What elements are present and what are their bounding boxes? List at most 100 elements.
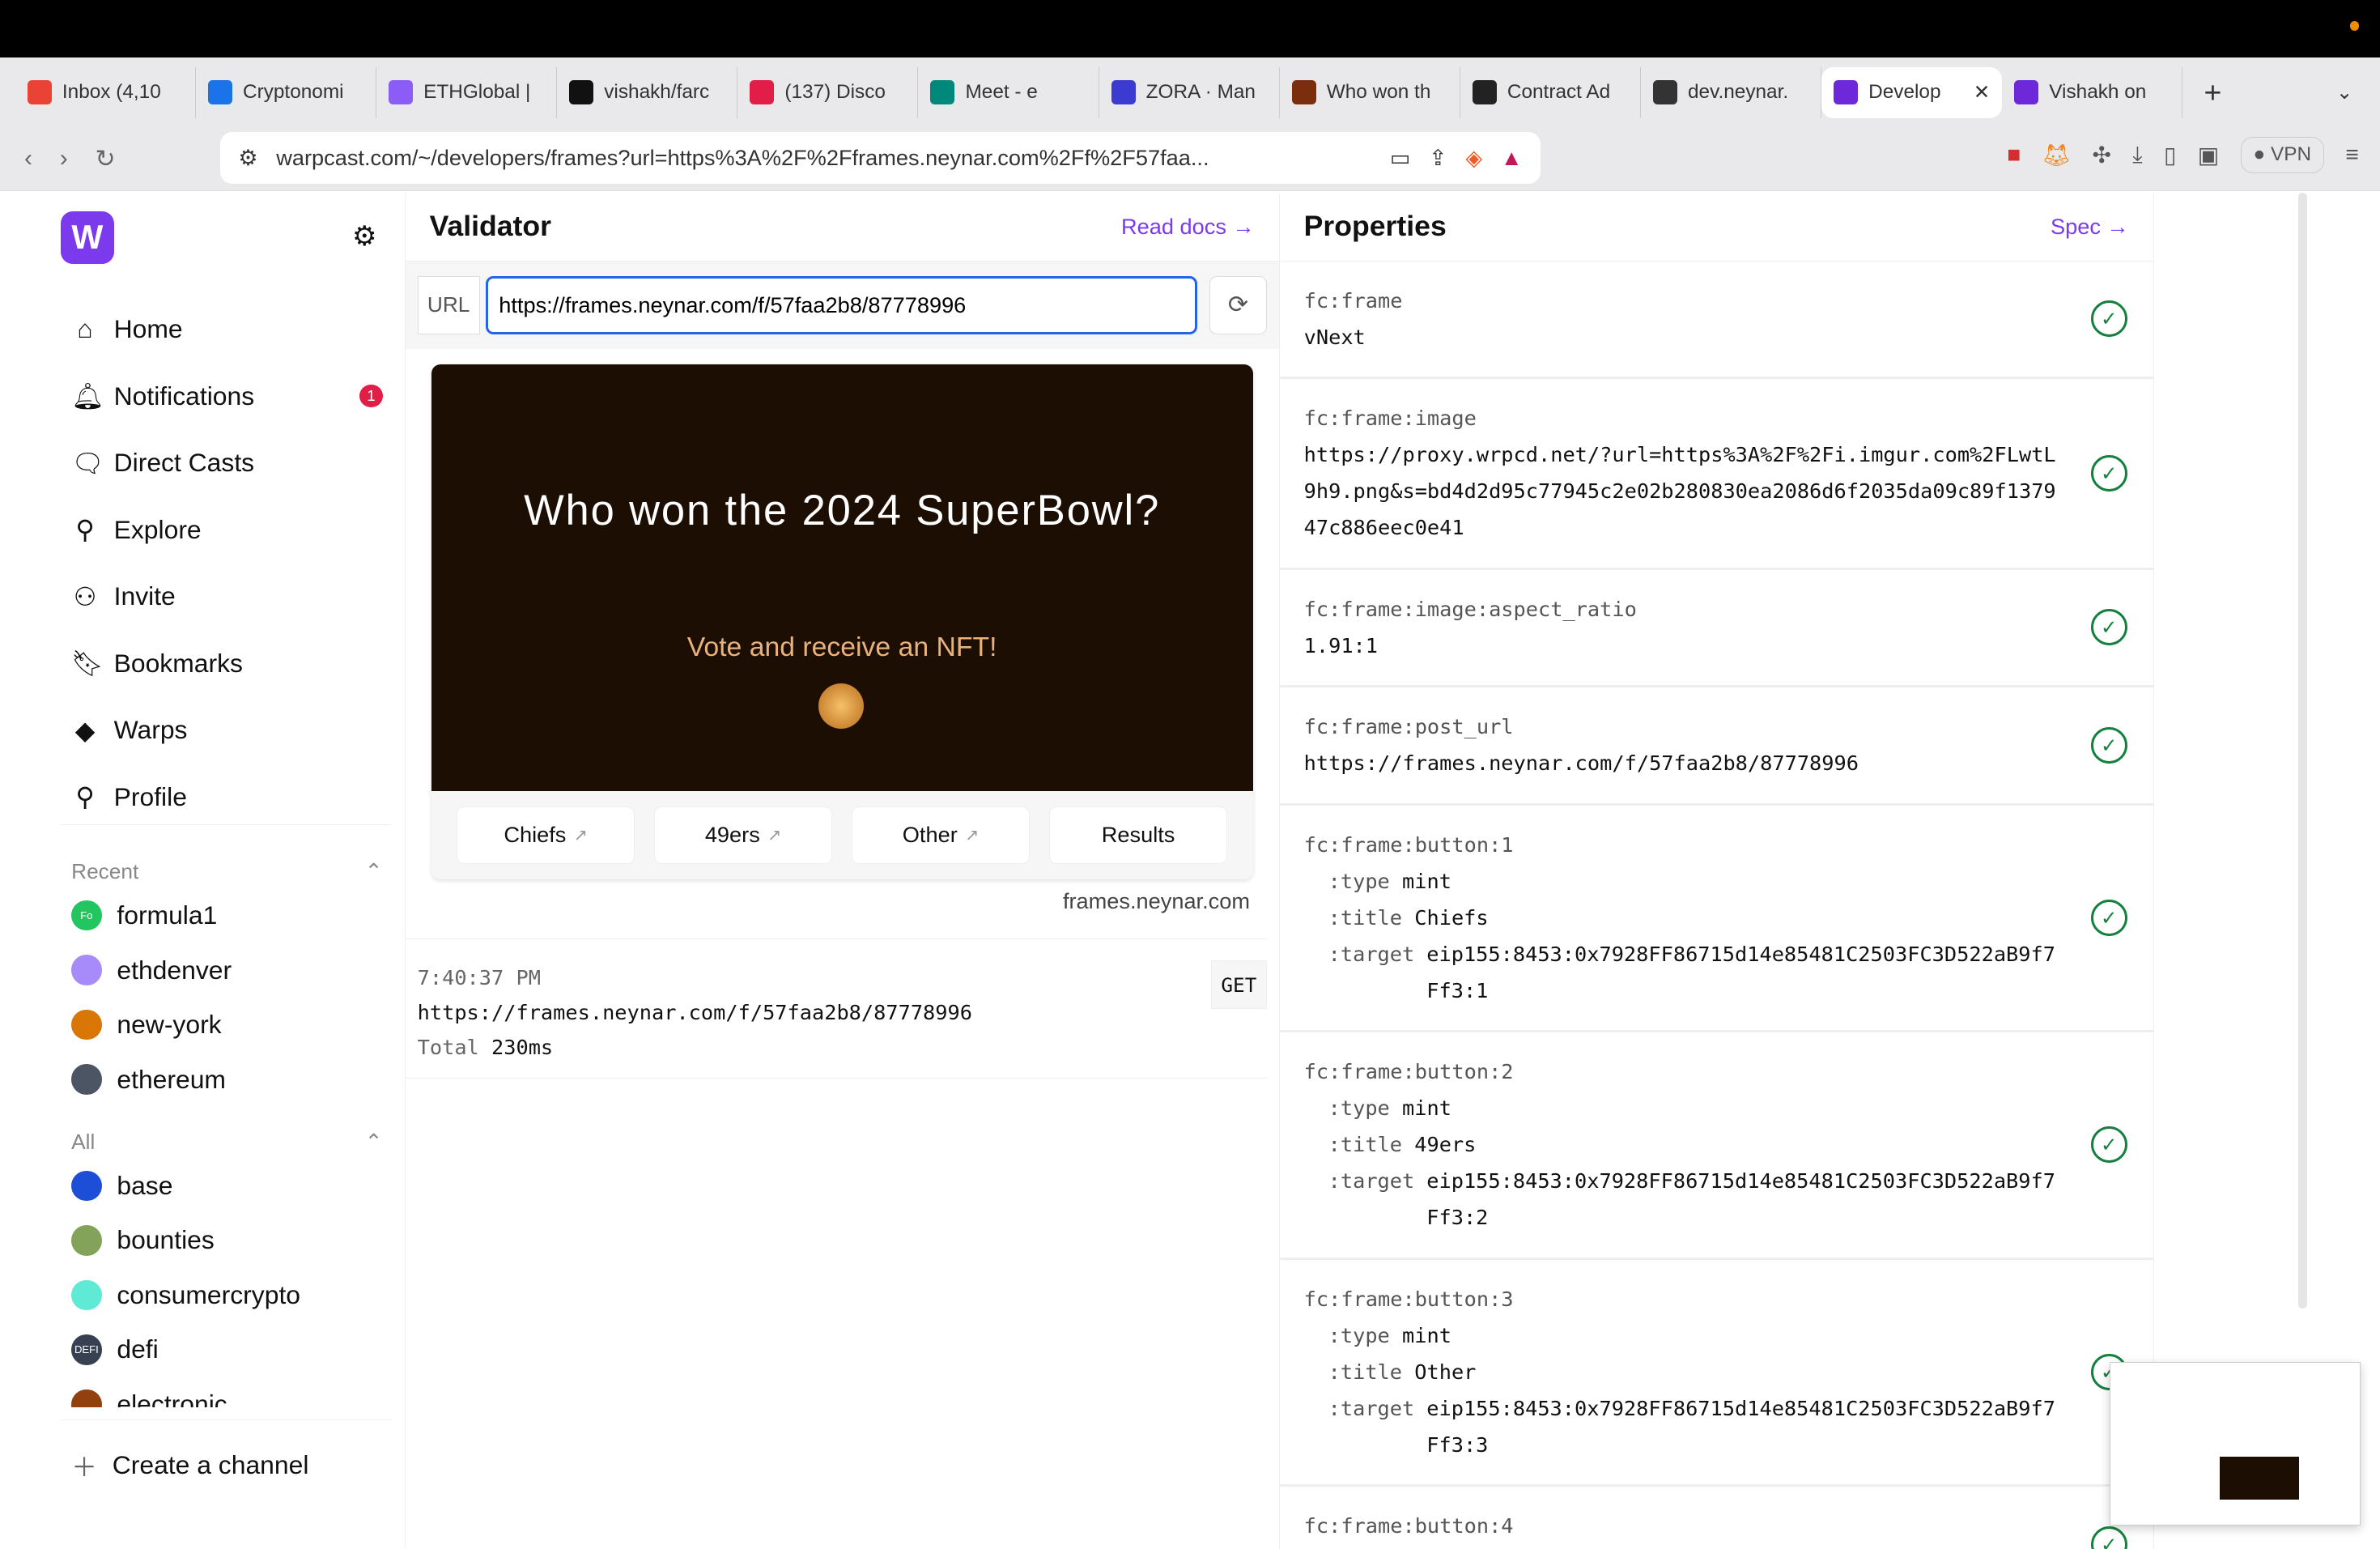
tab[interactable]: Cryptonomi [196,66,376,119]
frame-image: Who won the 2024 SuperBowl? Vote and rec… [431,364,1253,791]
ethglobal-icon [389,80,413,105]
thumbnail-frame-image [2220,1457,2299,1500]
channel-item[interactable]: consumercrypto [71,1279,300,1311]
validator-panel: Validator Read docs → URL ⟳ Who won the 2… [405,193,1280,1549]
channel-item[interactable]: Fo formula1 [71,900,217,931]
property-key: fc:frame:button:2 [1303,1060,1514,1084]
property-key: fc:frame:image [1303,406,1477,431]
tab[interactable]: ZORA · Man [1099,66,1280,119]
external-link-icon: ↗ [573,825,589,845]
target-label: :target [1328,942,1415,966]
sidebar: W ⚙ ⌂ Home 🔔︎ Notifications 1 🗨 Direct Casts ⚲ E… [0,193,406,1549]
tab-label: Cryptonomi [243,81,344,104]
channel-avatar [71,1009,102,1040]
gmail-icon [27,80,52,105]
check-circle-icon: ✓ [2090,609,2127,646]
type-value: mint [1402,869,1451,893]
property-row: fc:frame vNext ✓ [1279,262,2153,379]
channel-item[interactable]: ethdenver [71,955,232,985]
property-key: fc:frame [1303,288,1403,313]
title-label: :title [1328,905,1403,930]
download-icon[interactable]: ⤓ [2132,142,2142,168]
target-label: :target [1328,1169,1415,1194]
frame-icon [1291,80,1316,105]
chevron-down-icon[interactable]: ⌄ [2336,80,2352,104]
tab[interactable]: dev.neynar. [1641,66,1821,119]
tab-label: (137) Disco [784,81,886,104]
tab[interactable]: Inbox (4,10 [15,66,196,119]
read-docs-link[interactable]: Read docs → [1121,214,1255,240]
tab[interactable]: Vishakh on [2002,66,2183,119]
wallet-icon[interactable]: ▣ [2198,142,2220,168]
puzzle-icon[interactable]: ✣ [2092,142,2111,168]
metamask-icon[interactable]: 🦊︎ [2042,142,2072,168]
property-value: https://proxy.wrpcd.net/?url=https%3A%2F… [1303,443,2056,540]
channel-item[interactable]: bounties [71,1225,215,1256]
frame-button[interactable]: 49ers ↗ [654,806,832,864]
tab[interactable]: Contract Ad [1460,66,1641,119]
create-channel-button[interactable]: ＋ Create a channel [71,1447,308,1484]
screenshot-thumbnail[interactable] [2110,1361,2361,1526]
channel-name: ethdenver [117,955,232,985]
tab-label: Contract Ad [1507,81,1611,104]
back-icon[interactable]: ‹ [24,145,32,172]
frame-button[interactable]: Other ↗ [852,806,1030,864]
tab[interactable]: Who won th [1280,66,1460,119]
vpn-button[interactable]: ● VPN [2240,136,2325,173]
channel-item[interactable]: new-york [71,1009,222,1040]
address-text[interactable]: warpcast.com/~/developers/frames?url=htt… [276,145,1371,171]
button-target: :target eip155:8453:0x7928FF86715d14e8548… [1304,1390,2129,1463]
request-log: 7:40:37 PM https://frames.neynar.com/f/5… [405,938,1267,1079]
frame-preview: Who won the 2024 SuperBowl? Vote and rec… [431,364,1253,879]
title-value: Chiefs [1414,905,1489,930]
tab[interactable]: ETHGlobal | [376,66,558,119]
close-tab-icon[interactable]: ✕ [1974,80,1990,104]
extension-icon[interactable]: ■ [2007,142,2021,168]
button-title: :title 49ers [1304,1126,2129,1163]
address-bar[interactable]: ⚙ warpcast.com/~/developers/frames?url=h… [219,132,1541,184]
refresh-button[interactable]: ⟳ [1209,276,1267,334]
channel-avatar [71,955,102,985]
property-value: vNext [1303,325,1366,349]
warpcast-icon [1834,80,1858,105]
tab-label: Vishakh on [2049,81,2147,104]
new-tab-icon[interactable]: + [2204,75,2222,110]
check-circle-icon: ✓ [2090,300,2127,338]
properties-panel: Properties Spec → fc:frame vNext ✓ fc:frame:… [1279,193,2154,1549]
reload-icon[interactable]: ↻ [96,145,116,173]
menu-icon[interactable]: ≡ [2345,142,2358,168]
frame-button-label: Results [1101,822,1175,848]
frame-button[interactable]: Chiefs ↗ [457,806,635,864]
channel-item[interactable]: DEFI defi [71,1334,159,1365]
channel-name: formula1 [117,900,218,930]
sidebar-toggle-icon[interactable]: ▯ [2164,142,2176,168]
tab[interactable]: (137) Disco [737,66,919,119]
tab-label: ZORA · Man [1145,81,1256,104]
site-settings-icon[interactable]: ⚙ [238,145,257,171]
channel-item[interactable]: base [71,1170,172,1202]
channel-item[interactable]: electronic [71,1389,227,1408]
frame-button[interactable]: Results [1049,806,1227,864]
brave-rewards-icon[interactable]: ▲ [1501,145,1523,171]
spec-link[interactable]: Spec → [2051,214,2129,240]
forward-icon[interactable]: › [60,145,68,172]
external-link-icon: ↗ [965,825,980,845]
log-total-label: Total [417,1036,479,1060]
tab[interactable]: Develop ✕ [1821,66,2003,119]
scrollbar[interactable] [2297,193,2307,1309]
tab-label: Inbox (4,10 [62,81,161,104]
share-icon[interactable]: ⇪ [1429,145,1447,171]
frame-url-input[interactable] [486,276,1198,334]
tab[interactable]: Meet - e [918,66,1099,119]
button-type: :type mint [1304,1090,2129,1126]
tab-label: dev.neynar. [1688,81,1789,104]
github-icon [569,80,594,105]
button-title: :title Chiefs [1304,900,2129,936]
brave-shield-icon[interactable]: ◈ [1465,145,1482,171]
button-type: :type mint [1304,1317,2129,1354]
create-channel-label: Create a channel [112,1450,309,1480]
channel-item[interactable]: ethereum [71,1064,226,1095]
tab[interactable]: vishakh/farc [557,66,738,119]
cast-icon[interactable]: ▭ [1390,145,1411,171]
target-label: :target [1328,1396,1415,1420]
